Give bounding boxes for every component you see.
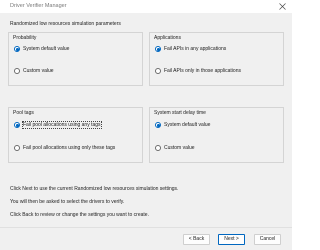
close-icon [279,3,286,10]
radio-label: Custom value [23,68,54,74]
group-title: Probability [13,35,37,41]
radio-indicator [14,145,20,151]
radio-indicator [155,68,161,74]
radio-indicator [14,68,20,74]
info-text-drivers: You will then be asked to select the dri… [10,199,125,205]
radio-label: System default value [23,46,70,52]
next-button[interactable]: Next > [218,234,245,245]
group-title: Applications [154,35,181,41]
radio-label: System default value [164,122,211,128]
applications-group: Applications Fail APIs in any applicatio… [149,32,284,86]
back-button[interactable]: < Back [183,234,210,245]
info-text-next: Click Next to use the current Randomized… [10,186,179,192]
radio-indicator [155,46,161,52]
cancel-button[interactable]: Cancel [254,234,281,245]
info-text-back: Click Back to review or change the setti… [10,212,149,218]
footer [0,228,292,250]
radio-indicator [14,122,20,128]
radio-label: Fail pool allocations using only these t… [23,145,116,151]
radio-label: Fail APIs in any applications [164,46,227,52]
radio-indicator [14,46,20,52]
driver-verifier-window: Driver Verifier Manager Randomized low r… [0,0,292,250]
pool-tags-group: Pool tags Fail pool allocations using an… [8,107,143,163]
radio-label: Fail pool allocations using any tags [21,120,103,130]
probability-group: Probability System default value Custom … [8,32,143,86]
close-button[interactable] [274,0,292,13]
start-delay-group: System start delay time System default v… [149,107,284,163]
window-title: Driver Verifier Manager [10,3,67,9]
radio-indicator [155,122,161,128]
radio-indicator [155,145,161,151]
title-bar: Driver Verifier Manager [0,0,292,13]
radio-label: Custom value [164,145,195,151]
group-title: System start delay time [154,110,206,116]
page-heading: Randomized low resources simulation para… [10,21,121,27]
group-title: Pool tags [13,110,34,116]
radio-label: Fail APIs only in those applications [164,68,241,74]
